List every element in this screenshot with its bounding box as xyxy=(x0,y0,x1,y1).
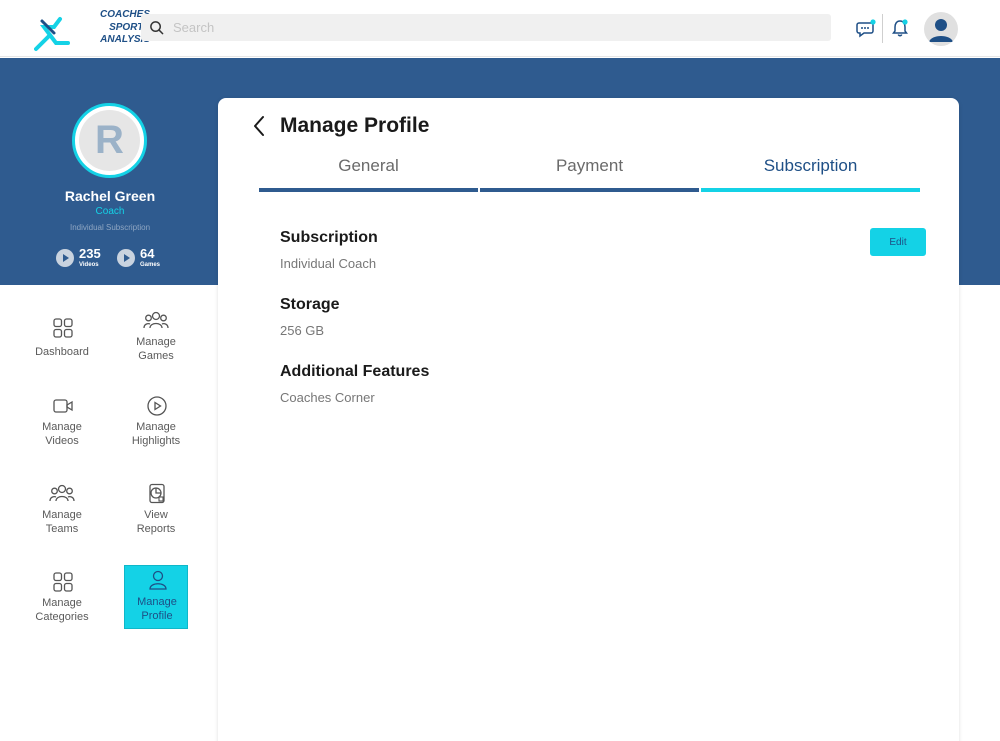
sidebar-item-label: Manage Teams xyxy=(42,509,82,535)
sidebar-item-label: Manage Highlights xyxy=(131,421,181,447)
sidebar-item-view-reports[interactable]: View Reports xyxy=(124,479,188,543)
tab-payment[interactable]: Payment xyxy=(480,156,699,192)
user-icon xyxy=(929,19,953,42)
videos-count: 235 xyxy=(79,246,101,261)
sidebar-item-label: Manage Profile xyxy=(137,596,177,622)
profile-avatar[interactable]: R xyxy=(72,103,147,178)
search-icon[interactable] xyxy=(149,20,164,35)
group-icon xyxy=(143,311,169,329)
user-avatar[interactable] xyxy=(924,12,958,46)
tab-underline xyxy=(701,188,920,192)
subscription-value: Individual Coach xyxy=(280,256,377,271)
brand-line-1: COACHES xyxy=(99,9,150,20)
group-icon xyxy=(49,484,75,502)
manage-profile-card xyxy=(218,98,959,741)
videos-label: Videos xyxy=(79,262,99,268)
sidebar-item-manage-categories[interactable]: Manage Categories xyxy=(30,567,94,631)
top-bar: COACHES SPORTS ANALYSIS xyxy=(0,0,1000,57)
report-icon xyxy=(149,483,165,504)
profile-name: Rachel Green xyxy=(64,188,156,204)
additional-features-label: Additional Features xyxy=(280,363,430,380)
play-icon xyxy=(56,249,74,267)
sidebar-item-manage-teams[interactable]: Manage Teams xyxy=(30,479,94,543)
sidebar-item-manage-highlights[interactable]: Manage Highlights xyxy=(124,391,188,455)
sidebar-item-manage-profile[interactable]: Manage Profile xyxy=(124,565,188,629)
page-title: Manage Profile xyxy=(280,114,430,137)
games-label: Games xyxy=(140,262,161,268)
subscription-label: Subscription xyxy=(280,229,378,246)
brand-text: COACHES SPORTS ANALYSIS xyxy=(68,9,150,47)
brand-line-2: SPORTS xyxy=(109,21,150,33)
sidebar-item-dashboard[interactable]: Dashboard xyxy=(30,313,94,377)
grid-icon xyxy=(53,572,73,592)
tab-label: Subscription xyxy=(763,156,858,175)
tab-underline xyxy=(259,188,478,192)
tab-underline xyxy=(480,188,699,192)
play-circle-icon xyxy=(147,396,167,416)
sidebar-item-label: Manage Games xyxy=(136,336,176,362)
additional-features-value: Coaches Corner xyxy=(280,390,375,405)
edit-button[interactable]: Edit xyxy=(870,228,926,256)
search-bar xyxy=(141,14,831,41)
sidebar-item-manage-videos[interactable]: Manage Videos xyxy=(30,391,94,455)
brand-logo[interactable]: COACHES SPORTS ANALYSIS xyxy=(34,9,150,53)
video-camera-icon xyxy=(53,399,73,413)
tab-label: Payment xyxy=(555,156,624,175)
sidebar-item-label: Dashboard xyxy=(35,346,89,358)
sidebar-item-manage-games[interactable]: Manage Games xyxy=(124,306,188,370)
sidebar-item-label: Manage Videos xyxy=(42,421,82,447)
back-arrow-icon[interactable] xyxy=(250,114,268,138)
sidebar-item-label: View Reports xyxy=(136,509,176,535)
profile-initial: R xyxy=(79,110,140,171)
brand-line-3: ANALYSIS xyxy=(100,34,150,45)
games-count: 64 xyxy=(140,246,155,261)
sidebar-item-label: Manage Categories xyxy=(35,597,89,623)
profile-subscription: Individual Subscription xyxy=(69,223,151,232)
storage-label: Storage xyxy=(280,296,340,313)
user-icon xyxy=(149,570,167,590)
tab-label: General xyxy=(338,156,399,175)
chat-icon[interactable] xyxy=(856,19,876,39)
profile-role: Coach xyxy=(95,206,125,217)
search-input[interactable] xyxy=(173,14,813,41)
grid-icon xyxy=(53,318,73,338)
storage-value: 256 GB xyxy=(280,323,325,338)
header-divider xyxy=(882,14,883,43)
tab-subscription[interactable]: Subscription xyxy=(701,156,920,192)
bell-icon[interactable] xyxy=(890,18,910,38)
tab-general[interactable]: General xyxy=(259,156,478,192)
play-icon xyxy=(117,249,135,267)
